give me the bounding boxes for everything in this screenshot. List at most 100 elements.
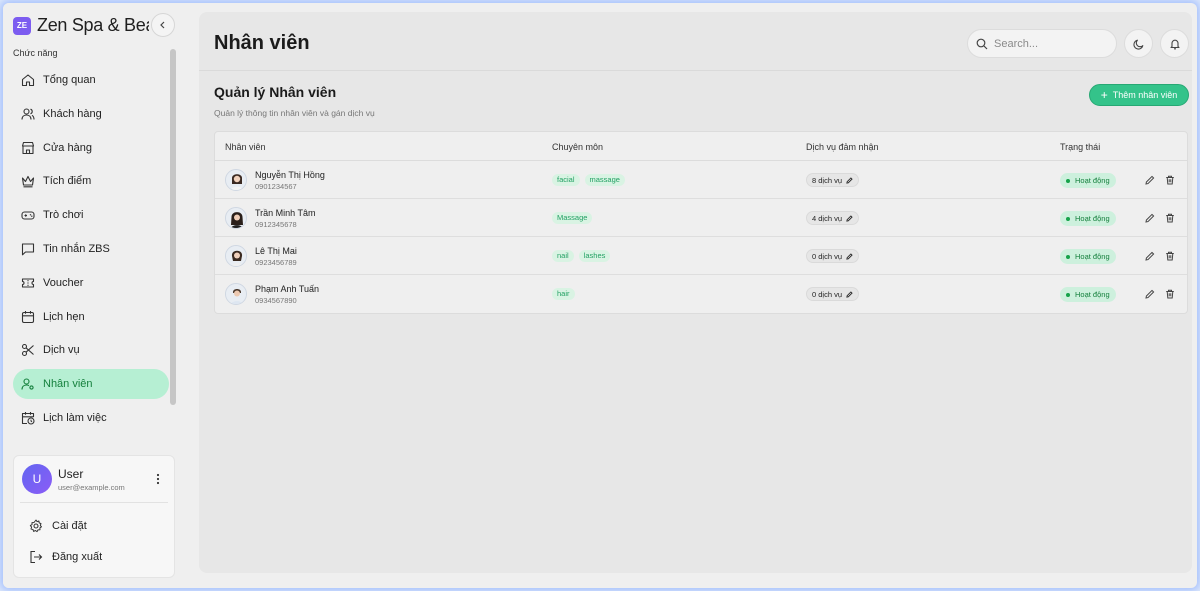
app-window: ZE Zen Spa & Beauty Chức năng Tổng quan … [3,3,1197,588]
trash-icon [1166,175,1174,185]
sidebar-item-lich-lam-viec[interactable]: Lịch làm việc [13,403,169,433]
sidebar-item-voucher[interactable]: Voucher [13,268,169,298]
status-label: Hoạt động [1075,252,1110,261]
specialty-tags: facial massage [552,174,630,186]
user-cog-icon [20,376,36,392]
status-dot [1066,178,1070,183]
delete-employee-button[interactable] [1163,211,1177,225]
column-header-services: Dịch vụ đảm nhận [806,142,879,152]
services-count: 8 dịch vụ [812,175,843,185]
specialty-tags: Massage [552,212,597,224]
bell-icon [1169,39,1180,49]
table-row: Nguyễn Thị Hồng 0901234567 facial massag… [215,161,1187,199]
avatar[interactable]: U [22,464,52,494]
user-name: User [58,467,84,481]
services-count: 4 dịch vụ [812,213,843,223]
store-icon [20,140,36,156]
sidebar-item-label: Trò chơi [43,209,84,222]
edit-employee-button[interactable] [1143,287,1157,301]
sidebar-item-tong-quan[interactable]: Tổng quan [13,65,169,95]
settings-label: Cài đặt [52,520,87,532]
sidebar: ZE Zen Spa & Beauty Chức năng Tổng quan … [3,3,188,588]
trash-icon [1166,251,1174,261]
delete-employee-button[interactable] [1163,249,1177,263]
sidebar-section-label: Chức năng [13,48,58,58]
pencil-icon [846,176,853,184]
services-count-button[interactable]: 4 dịch vụ [806,211,860,225]
employee-avatar [225,283,247,305]
status-dot [1066,254,1070,259]
sidebar-item-label: Tổng quan [43,74,96,86]
employee-name: Nguyễn Thị Hồng [255,170,325,180]
sidebar-item-tin-nhan-zbs[interactable]: Tin nhắn ZBS [13,234,169,264]
pencil-icon [846,252,853,260]
table-row: Lê Thị Mai 0923456789 nail lashes 0 dịch… [215,237,1187,275]
employee-name: Phạm Anh Tuấn [255,284,320,294]
notifications-button[interactable] [1160,29,1189,58]
specialty-tag: massage [584,174,625,186]
sidebar-scrollbar[interactable] [170,49,176,405]
sidebar-item-dich-vu[interactable]: Dịch vụ [13,335,169,365]
search-input[interactable] [994,37,1104,50]
search-box[interactable] [967,29,1117,58]
settings-button[interactable]: Cài đặt [28,518,87,534]
sidebar-item-label: Cửa hàng [43,141,92,154]
user-menu-button[interactable] [152,471,164,487]
pencil-icon [1145,175,1155,185]
add-employee-button[interactable]: + Thêm nhân viên [1089,84,1189,106]
section-title: Quản lý Nhân viên [214,84,337,100]
crown-icon [20,173,36,189]
sidebar-item-label: Tin nhắn ZBS [43,242,110,255]
employee-avatar [225,207,247,229]
chevron-left-icon [160,21,165,29]
status-dot [1066,216,1070,221]
section-subtitle: Quản lý thông tin nhân viên và gán dịch … [214,108,375,118]
ticket-icon [20,275,36,291]
services-count-button[interactable]: 0 dịch vụ [806,287,860,301]
pencil-icon [846,290,853,298]
services-count-button[interactable]: 8 dịch vụ [806,173,860,187]
main-panel: Nhân viên Quản lý Nhân viên Quản lý thôn… [199,12,1192,573]
logout-icon [28,549,44,565]
edit-employee-button[interactable] [1143,249,1157,263]
table-row: Phạm Anh Tuấn 0934567890 hair 0 dịch vụ … [215,275,1187,313]
status-badge: Hoạt động [1060,173,1116,188]
specialty-tag: lashes [578,250,611,262]
delete-employee-button[interactable] [1163,173,1177,187]
sidebar-item-tro-choi[interactable]: Trò chơi [13,200,169,230]
edit-employee-button[interactable] [1143,173,1157,187]
pencil-icon [1145,251,1155,261]
pencil-icon [1145,289,1155,299]
sidebar-item-label: Khách hàng [43,107,102,120]
users-icon [20,106,36,122]
sidebar-item-tich-diem[interactable]: Tích điểm [13,166,169,196]
table-row: Trần Minh Tâm 0912345678 Massage 4 dịch … [215,199,1187,237]
delete-employee-button[interactable] [1163,287,1177,301]
scissors-icon [20,342,36,358]
logout-button[interactable]: Đăng xuất [28,549,102,565]
sidebar-item-cua-hang[interactable]: Cửa hàng [13,133,169,163]
employee-avatar [225,245,247,267]
employee-table: Nhân viên Chuyên môn Dịch vụ đảm nhận Tr… [214,131,1188,314]
pencil-icon [1145,213,1155,223]
specialty-tag: nail [552,250,574,262]
services-count: 0 dịch vụ [812,289,843,299]
sidebar-item-label: Dịch vụ [43,344,80,357]
brand: ZE Zen Spa & Beauty [13,15,149,36]
employee-phone: 0912345678 [255,220,297,229]
edit-employee-button[interactable] [1143,211,1157,225]
divider [20,502,168,503]
specialty-tag: hair [552,288,575,300]
sidebar-item-lich-hen[interactable]: Lịch hẹn [13,302,169,332]
employee-avatar [225,169,247,191]
column-header-status: Trạng thái [1060,142,1101,152]
status-badge: Hoạt động [1060,249,1116,264]
sidebar-item-khach-hang[interactable]: Khách hàng [13,99,169,129]
user-card: U User user@example.com Cài đặt Đăng xuấ… [13,455,175,578]
sidebar-item-nhan-vien[interactable]: Nhân viên [13,369,169,400]
collapse-sidebar-button[interactable] [151,13,175,37]
theme-toggle-button[interactable] [1124,29,1153,58]
sidebar-item-label: Tích điểm [43,175,92,188]
services-count-button[interactable]: 0 dịch vụ [806,249,860,263]
home-icon [20,72,36,88]
